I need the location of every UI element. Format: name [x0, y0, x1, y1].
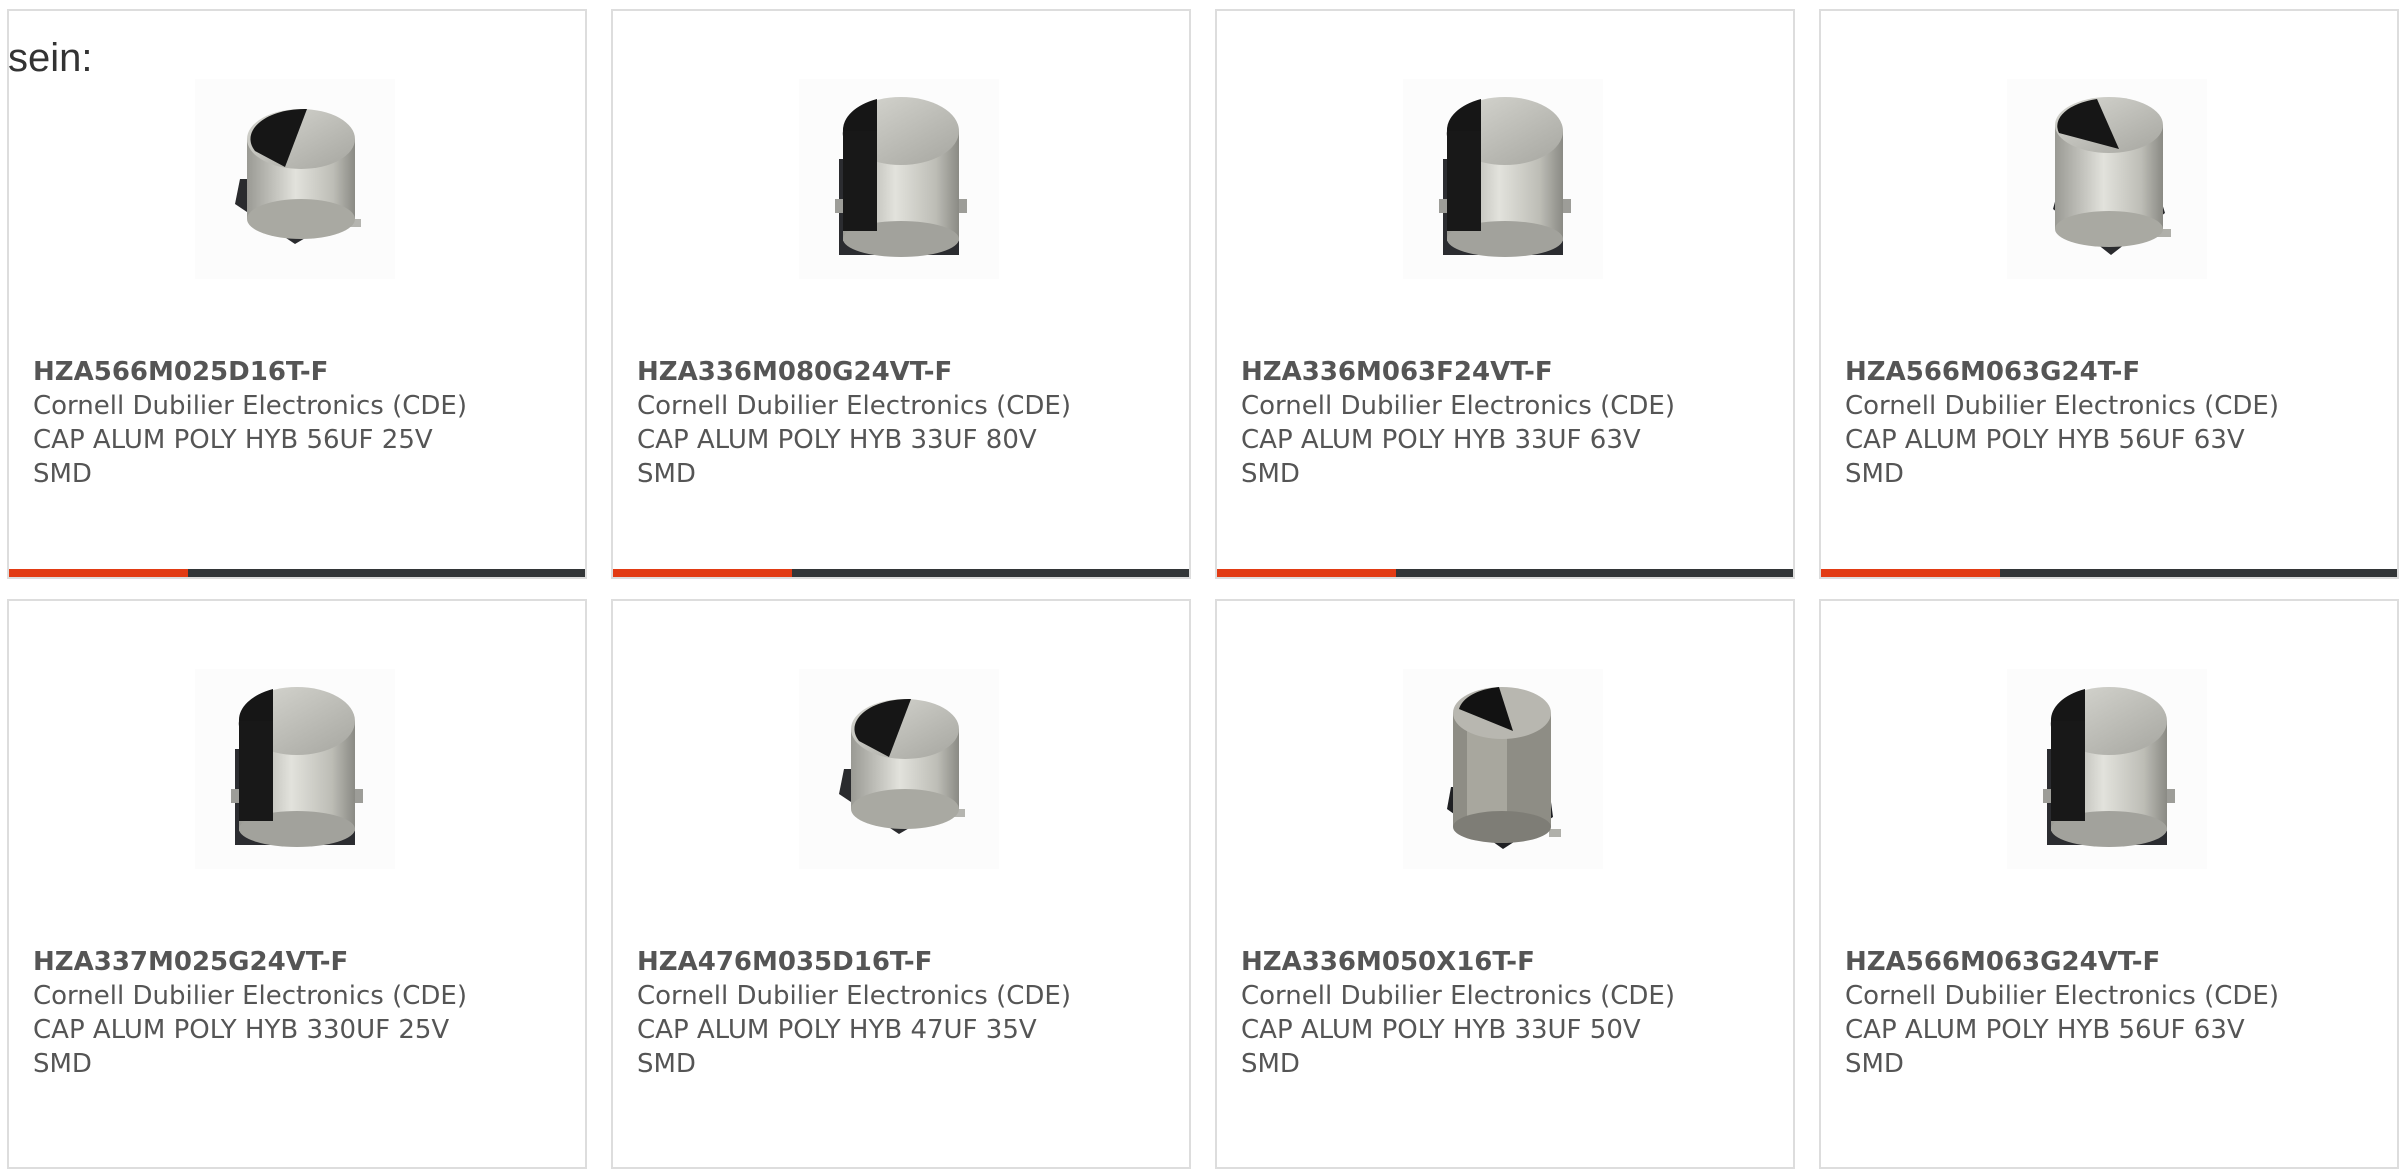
- manufacturer: Cornell Dubilier Electronics (CDE): [1241, 391, 1675, 421]
- manufacturer: Cornell Dubilier Electronics (CDE): [637, 981, 1071, 1011]
- manufacturer: Cornell Dubilier Electronics (CDE): [33, 391, 467, 421]
- capacitor-image: [799, 79, 999, 279]
- capacitor-image: [195, 79, 395, 279]
- progress-bar: [9, 569, 585, 577]
- description: CAP ALUM POLY HYB 330UF 25V SMD: [33, 1015, 450, 1079]
- description: CAP ALUM POLY HYB 56UF 63V SMD: [1845, 1015, 2245, 1079]
- part-number[interactable]: HZA476M035D16T-F: [637, 945, 1157, 979]
- progress-bar-fill: [613, 569, 792, 577]
- product-grid: HZA566M025D16T-F Cornell Dubilier Electr…: [7, 9, 2400, 1169]
- product-card[interactable]: HZA336M063F24VT-F Cornell Dubilier Elect…: [1215, 9, 1795, 579]
- capacitor-image: [2007, 79, 2207, 279]
- product-card[interactable]: HZA337M025G24VT-F Cornell Dubilier Elect…: [7, 599, 587, 1169]
- manufacturer: Cornell Dubilier Electronics (CDE): [1845, 981, 2279, 1011]
- progress-bar-fill: [1821, 569, 2000, 577]
- product-card[interactable]: HZA566M025D16T-F Cornell Dubilier Electr…: [7, 9, 587, 579]
- progress-bar: [613, 569, 1189, 577]
- part-number[interactable]: HZA566M063G24T-F: [1845, 355, 2365, 389]
- part-number[interactable]: HZA566M025D16T-F: [33, 355, 553, 389]
- manufacturer: Cornell Dubilier Electronics (CDE): [1845, 391, 2279, 421]
- capacitor-image: [1403, 669, 1603, 869]
- product-card[interactable]: HZA336M050X16T-F Cornell Dubilier Electr…: [1215, 599, 1795, 1169]
- progress-bar: [1217, 569, 1793, 577]
- manufacturer: Cornell Dubilier Electronics (CDE): [33, 981, 467, 1011]
- product-card[interactable]: HZA336M080G24VT-F Cornell Dubilier Elect…: [611, 9, 1191, 579]
- part-number[interactable]: HZA336M050X16T-F: [1241, 945, 1761, 979]
- description: CAP ALUM POLY HYB 47UF 35V SMD: [637, 1015, 1037, 1079]
- description: CAP ALUM POLY HYB 33UF 80V SMD: [637, 425, 1037, 489]
- part-number[interactable]: HZA336M080G24VT-F: [637, 355, 1157, 389]
- description: CAP ALUM POLY HYB 33UF 63V SMD: [1241, 425, 1641, 489]
- capacitor-image: [1403, 79, 1603, 279]
- part-number[interactable]: HZA336M063F24VT-F: [1241, 355, 1761, 389]
- part-number[interactable]: HZA566M063G24VT-F: [1845, 945, 2365, 979]
- capacitor-image: [195, 669, 395, 869]
- description: CAP ALUM POLY HYB 33UF 50V SMD: [1241, 1015, 1641, 1079]
- product-card[interactable]: HZA476M035D16T-F Cornell Dubilier Electr…: [611, 599, 1191, 1169]
- progress-bar: [1821, 569, 2397, 577]
- part-number[interactable]: HZA337M025G24VT-F: [33, 945, 553, 979]
- manufacturer: Cornell Dubilier Electronics (CDE): [1241, 981, 1675, 1011]
- description: CAP ALUM POLY HYB 56UF 25V SMD: [33, 425, 433, 489]
- description: CAP ALUM POLY HYB 56UF 63V SMD: [1845, 425, 2245, 489]
- capacitor-image: [2007, 669, 2207, 869]
- progress-bar-fill: [1217, 569, 1396, 577]
- capacitor-image: [799, 669, 999, 869]
- product-card[interactable]: HZA566M063G24VT-F Cornell Dubilier Elect…: [1819, 599, 2399, 1169]
- manufacturer: Cornell Dubilier Electronics (CDE): [637, 391, 1071, 421]
- intro-text: sein:: [8, 36, 93, 80]
- product-card[interactable]: HZA566M063G24T-F Cornell Dubilier Electr…: [1819, 9, 2399, 579]
- progress-bar-fill: [9, 569, 188, 577]
